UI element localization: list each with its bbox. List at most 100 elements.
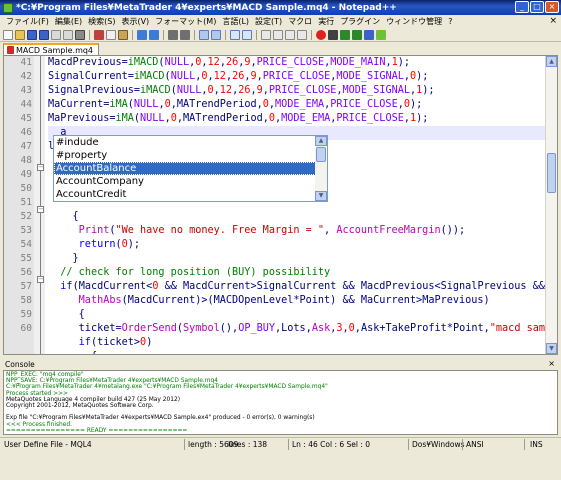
toolbar (0, 28, 561, 42)
code-line: return(0); (78, 239, 141, 250)
menu-file[interactable]: ファイル(F) (3, 16, 52, 27)
save-all-icon[interactable] (39, 29, 49, 40)
status-encoding: ANSI (466, 440, 484, 449)
autocomplete-item-selected[interactable]: AccountBalance (54, 162, 316, 175)
cut-icon[interactable] (94, 29, 104, 40)
menu-search[interactable]: 検索(S) (85, 16, 118, 27)
word-wrap-icon[interactable] (261, 29, 271, 40)
maximize-button[interactable]: □ (530, 1, 544, 13)
undo-icon[interactable] (137, 29, 147, 40)
copy-icon[interactable] (106, 29, 116, 40)
scroll-thumb[interactable] (547, 153, 556, 193)
line-number: 53 (20, 225, 32, 236)
close-button[interactable]: × (545, 1, 559, 13)
autocomplete-scrollbar[interactable]: ▲ ▼ (315, 136, 327, 201)
editor-vertical-scrollbar[interactable]: ▲ ▼ (545, 56, 557, 354)
status-divider (462, 439, 463, 450)
code-line: Print("We have no money. Free Margin = "… (78, 225, 466, 236)
new-file-icon[interactable] (3, 29, 13, 40)
status-bar: User Define File - MQL4 length : 5609 li… (0, 437, 561, 450)
menu-run[interactable]: 実行 (315, 16, 337, 27)
scroll-thumb[interactable] (316, 147, 326, 162)
fold-toggle-icon[interactable]: − (37, 206, 44, 213)
code-line: // check for long position (BUY) possibi… (60, 267, 331, 278)
line-number: 50 (20, 183, 32, 194)
status-position: Ln : 46 Col : 6 Sel : 0 (292, 440, 371, 449)
window-title: *C:¥Program Files¥MetaTrader 4¥experts¥M… (16, 2, 397, 13)
code-line: MaPrevious=iMA(NULL,0,MATrendPeriod,0,MO… (48, 113, 429, 124)
code-editor[interactable]: 41 42 43 44 45 46 47 48 49 50 51 52 53 5… (3, 55, 558, 355)
toolbar-separator (89, 29, 90, 40)
status-divider (524, 439, 525, 450)
toolbar-separator (311, 29, 312, 40)
menu-help[interactable]: ? (445, 17, 455, 26)
zoom-out-icon[interactable] (211, 29, 221, 40)
paste-icon[interactable] (118, 29, 128, 40)
tab-macd-sample[interactable]: MACD Sample.mq4 (3, 43, 100, 55)
play-multiple-icon[interactable] (352, 29, 362, 40)
line-number: 45 (20, 113, 32, 124)
console-close-icon[interactable]: × (548, 359, 555, 368)
scroll-up-arrow-icon[interactable]: ▲ (315, 136, 327, 146)
autocomplete-item[interactable]: AccountCompany (54, 175, 316, 188)
menu-window[interactable]: ウィンドウ管理 (383, 16, 445, 27)
line-number: 46 (20, 127, 32, 138)
menu-plugins[interactable]: プラグイン (337, 16, 383, 27)
autocomplete-item[interactable]: AccountCredit (54, 188, 316, 201)
code-line: { (48, 350, 545, 354)
line-number: 59 (20, 309, 32, 320)
close-all-icon[interactable] (63, 29, 73, 40)
menu-language[interactable]: 言語(L) (219, 16, 252, 27)
show-all-chars-icon[interactable] (273, 29, 283, 40)
scroll-up-arrow-icon[interactable]: ▲ (546, 56, 557, 67)
menu-macro[interactable]: マクロ (285, 16, 315, 27)
sync-horizontal-icon[interactable] (242, 29, 252, 40)
indent-guide-icon[interactable] (285, 29, 295, 40)
scroll-down-arrow-icon[interactable]: ▼ (315, 191, 327, 201)
code-line: MacdPrevious=iMACD(NULL,0,12,26,9,PRICE_… (48, 57, 411, 68)
autocomplete-item[interactable]: #property (54, 149, 316, 162)
menu-settings[interactable]: 設定(T) (252, 16, 285, 27)
unsaved-file-icon (7, 46, 14, 54)
line-number: 58 (20, 295, 32, 306)
menu-view[interactable]: 表示(V) (118, 16, 152, 27)
scroll-down-arrow-icon[interactable]: ▼ (546, 343, 557, 354)
fold-toggle-icon[interactable]: − (37, 276, 44, 283)
stop-macro-icon[interactable] (328, 29, 338, 40)
fold-toggle-icon[interactable]: − (37, 164, 44, 171)
document-close-icon[interactable]: × (549, 16, 557, 26)
title-bar: *C:¥Program Files¥MetaTrader 4¥experts¥M… (0, 0, 561, 15)
play-macro-icon[interactable] (340, 29, 350, 40)
autocomplete-list[interactable]: #indude #property AccountBalance Account… (54, 136, 316, 201)
menu-edit[interactable]: 編集(E) (52, 16, 85, 27)
menu-format[interactable]: フォーマット(M) (152, 16, 219, 27)
status-divider (184, 439, 185, 450)
print-icon[interactable] (75, 29, 85, 40)
redo-icon[interactable] (149, 29, 159, 40)
zoom-in-icon[interactable] (199, 29, 209, 40)
autocomplete-item[interactable]: #indude (54, 136, 316, 149)
run-icon[interactable] (376, 29, 386, 40)
console-output[interactable]: NPP_EXEC: "mq4 compile" NPP_SAVE: C:¥Pro… (3, 370, 558, 435)
replace-icon[interactable] (180, 29, 190, 40)
console-header: Console × (3, 359, 558, 370)
code-line: } (72, 253, 79, 264)
save-icon[interactable] (27, 29, 37, 40)
close-file-icon[interactable] (51, 29, 61, 40)
tab-label: MACD Sample.mq4 (16, 45, 94, 55)
autocomplete-popup[interactable]: #indude #property AccountBalance Account… (53, 135, 328, 202)
record-macro-icon[interactable] (316, 29, 326, 40)
code-line: { (78, 309, 85, 320)
open-file-icon[interactable] (15, 29, 25, 40)
find-icon[interactable] (168, 29, 178, 40)
status-divider (288, 439, 289, 450)
user-language-icon[interactable] (297, 29, 307, 40)
sync-vertical-icon[interactable] (230, 29, 240, 40)
toolbar-separator (225, 29, 226, 40)
console-title: Console (5, 360, 35, 369)
minimize-button[interactable]: _ (515, 1, 529, 13)
window-bottom-border (0, 450, 561, 480)
save-macro-icon[interactable] (364, 29, 374, 40)
code-line: SignalCurrent=iMACD(NULL,0,12,26,9,PRICE… (48, 71, 429, 82)
line-number: 48 (20, 155, 32, 166)
